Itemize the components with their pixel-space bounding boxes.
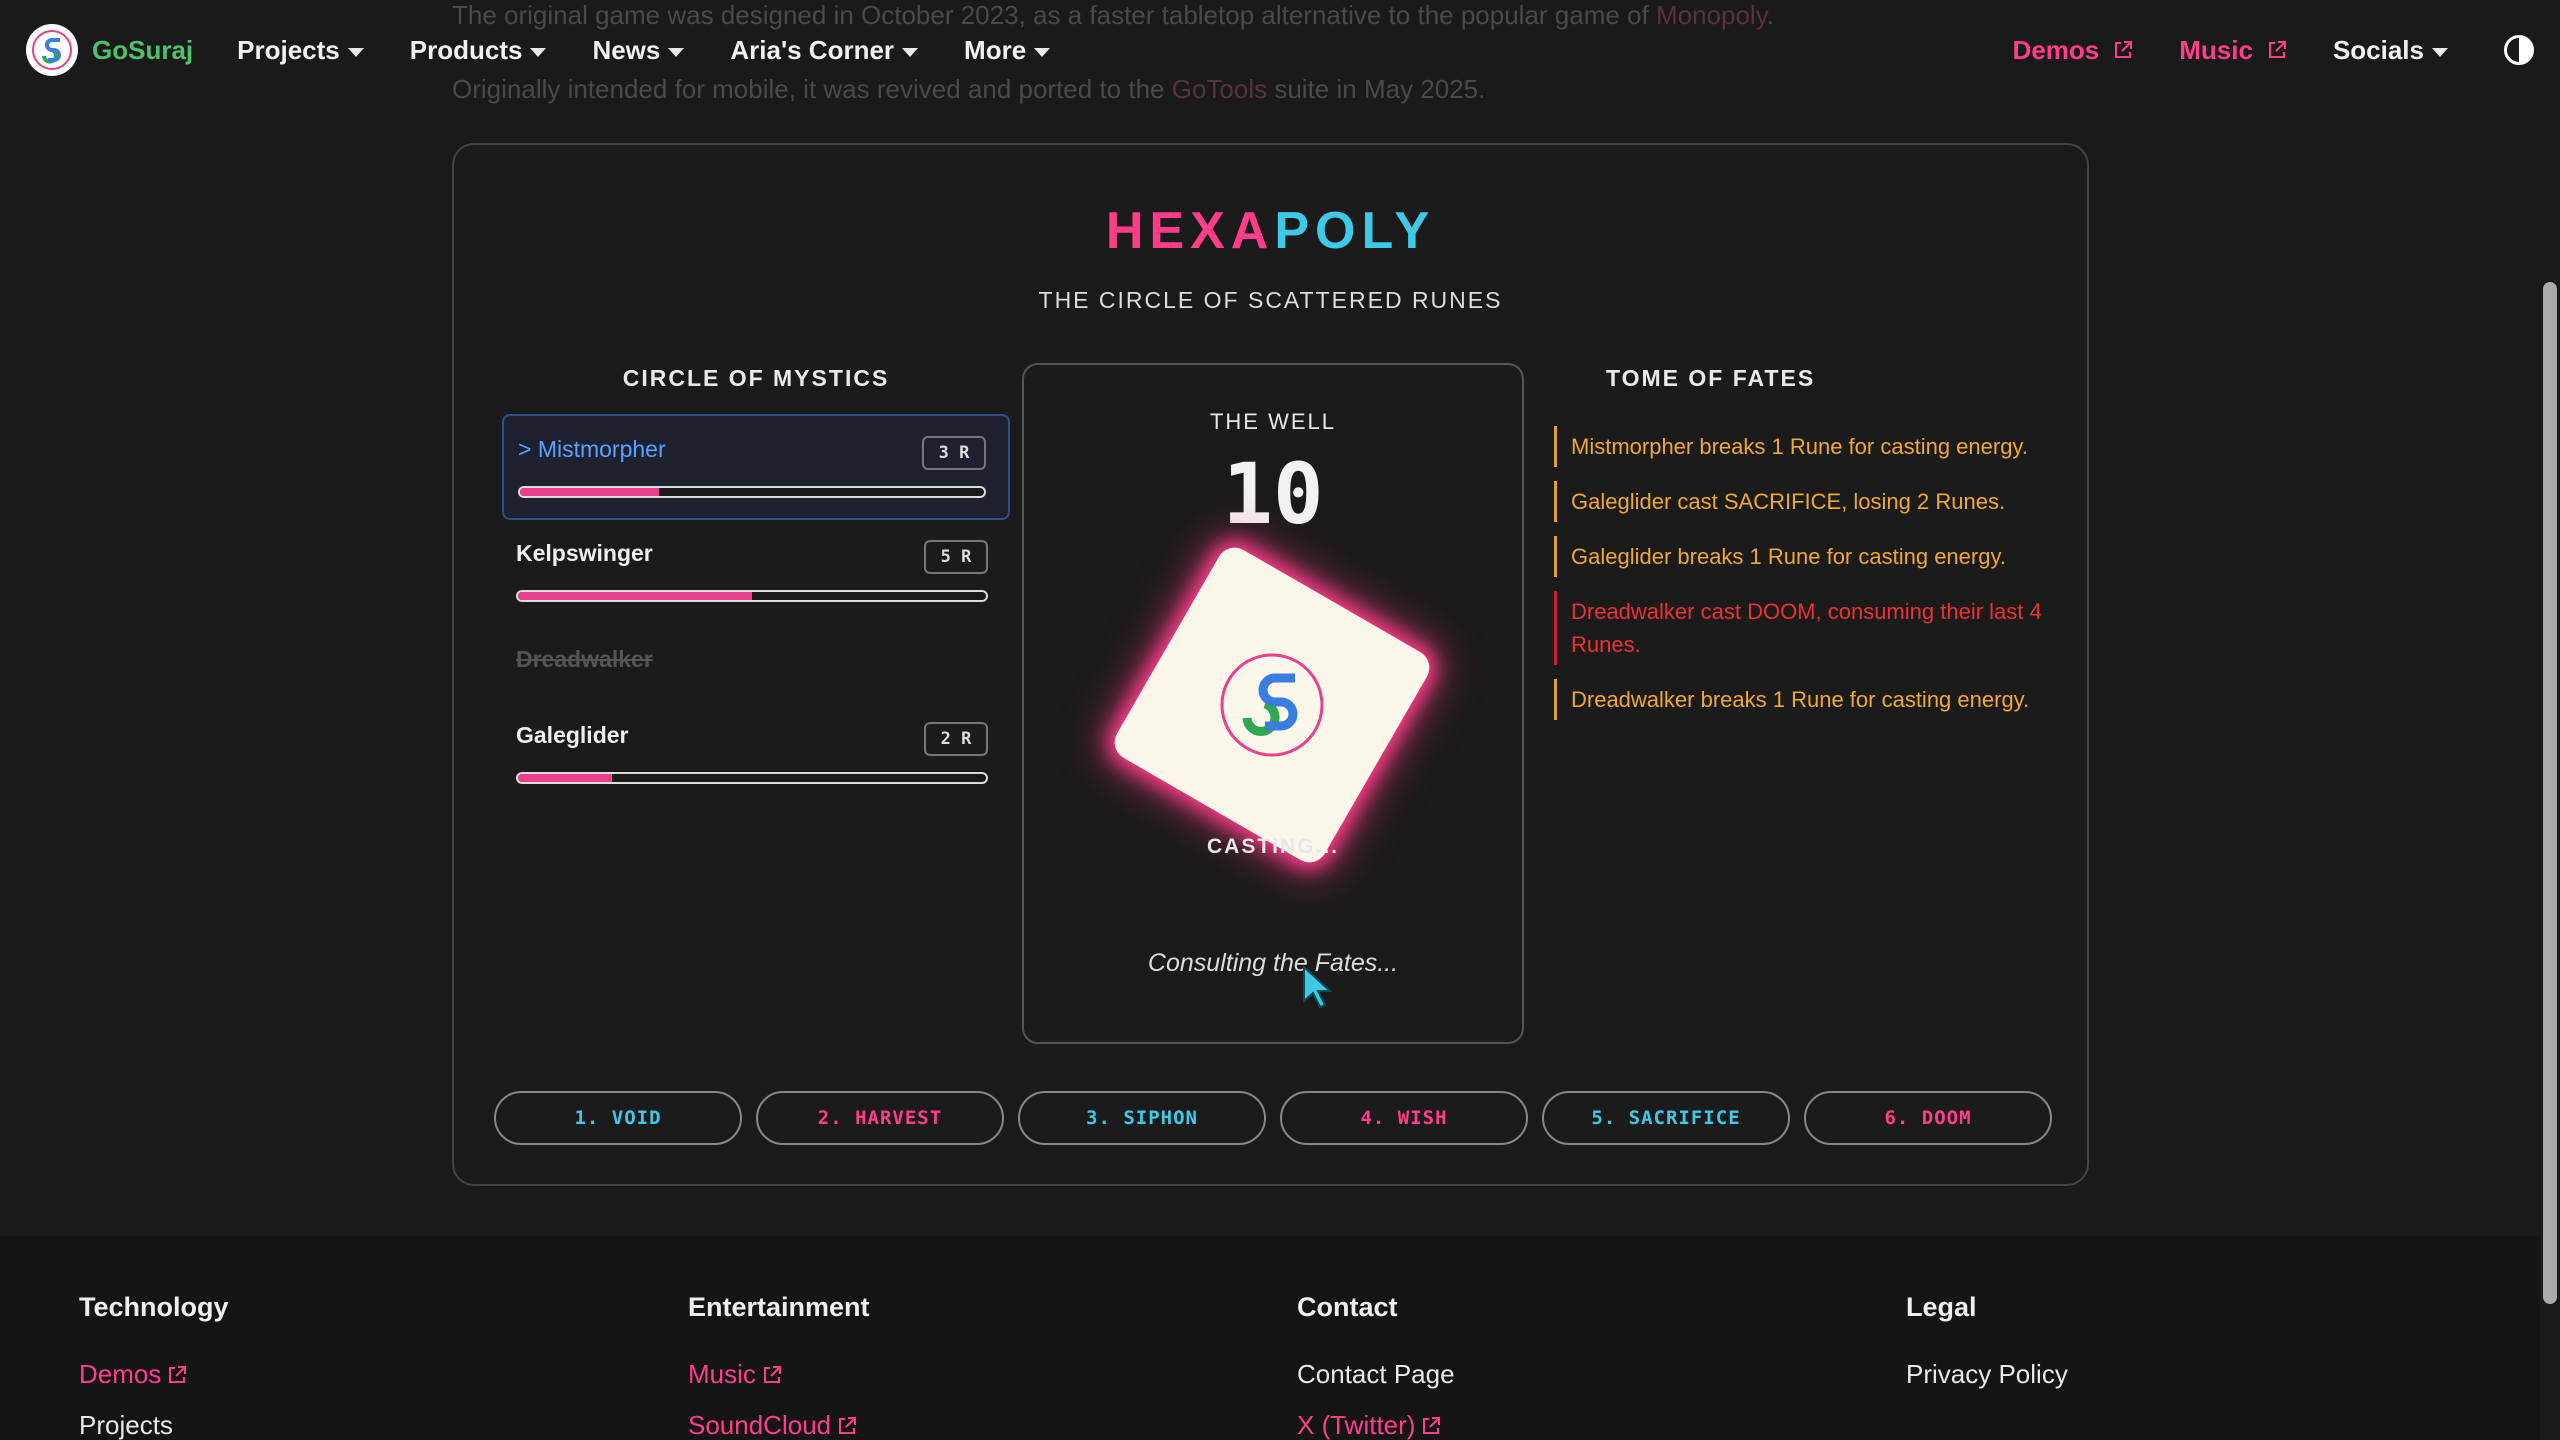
nav-products[interactable]: Products xyxy=(410,35,547,66)
nav-products-label: Products xyxy=(409,34,523,65)
log-entry: Dreadwalker breaks 1 Rune for casting en… xyxy=(1554,679,2044,720)
player-galeglider: Galeglider 2 R xyxy=(502,702,1010,808)
game-title-hexa: HEXA xyxy=(1105,202,1275,260)
footer-twitter-label: X (Twitter) xyxy=(1297,1410,1416,1440)
footer-contact-page-link[interactable]: Contact Page xyxy=(1297,1359,1455,1390)
rune-count-badge: 2 R xyxy=(924,722,988,756)
nav-news-label: News xyxy=(592,34,661,65)
top-nav: GoSuraj Projects Products News Aria's Co… xyxy=(0,0,2560,100)
page-scrollbar[interactable] xyxy=(2540,0,2560,1440)
footer-heading: Legal xyxy=(1906,1292,1977,1322)
rune-count-badge: 3 R xyxy=(922,436,986,470)
well-label: THE WELL xyxy=(1209,409,1337,434)
health-bar-fill xyxy=(520,488,660,496)
nav-socials-label: Socials xyxy=(2332,34,2424,65)
player-name-eliminated: Dreadwalker xyxy=(516,646,653,672)
nav-projects[interactable]: Projects xyxy=(237,35,364,66)
sacrifice-button[interactable]: 5. SACRIFICE xyxy=(1542,1091,1790,1145)
chevron-down-icon xyxy=(1034,47,1051,57)
tome-heading: TOME OF FATES xyxy=(1606,365,1816,391)
footer-heading: Technology xyxy=(79,1292,229,1322)
casting-die[interactable] xyxy=(1108,541,1436,869)
footer-demos-link[interactable]: Demos xyxy=(79,1359,229,1390)
siphon-button[interactable]: 3. SIPHON xyxy=(1018,1091,1266,1145)
harvest-button[interactable]: 2. HARVEST xyxy=(756,1091,1004,1145)
health-bar-fill xyxy=(518,592,752,600)
chevron-down-icon xyxy=(2432,47,2448,57)
site-footer: Technology Demos Projects Entertainment … xyxy=(0,1236,2560,1440)
void-button[interactable]: 1. VOID xyxy=(494,1091,742,1145)
game-title-poly: POLY xyxy=(1274,202,1436,260)
footer-contact: Contact Contact Page X (Twitter) xyxy=(1297,1292,1455,1440)
chevron-down-icon xyxy=(530,47,547,57)
nav-demos-label: Demos xyxy=(2012,34,2100,65)
log-entry-doom: Dreadwalker cast DOOM, consuming their l… xyxy=(1554,591,2044,665)
site-logo-icon[interactable] xyxy=(26,24,78,76)
doom-button[interactable]: 6. DOOM xyxy=(1804,1091,2052,1145)
footer-soundcloud-link[interactable]: SoundCloud xyxy=(688,1410,870,1440)
casting-status: CASTING... xyxy=(1206,835,1339,858)
footer-projects-link[interactable]: Projects xyxy=(79,1410,229,1440)
external-link-icon xyxy=(839,1416,857,1434)
nav-arias-corner[interactable]: Aria's Corner xyxy=(730,34,919,66)
tome-of-fates-panel: TOME OF FATES Mistmorpher breaks 1 Rune … xyxy=(1554,365,2044,734)
chevron-down-icon xyxy=(347,47,364,57)
footer-technology: Technology Demos Projects xyxy=(79,1292,229,1440)
action-buttons: 1. VOID 2. HARVEST 3. SIPHON 4. WISH 5. … xyxy=(494,1091,2052,1145)
external-link-icon xyxy=(2268,41,2286,58)
mouse-cursor-icon xyxy=(1303,965,1332,1009)
footer-entertainment: Entertainment Music SoundCloud xyxy=(688,1292,870,1440)
health-bar xyxy=(516,772,988,784)
gosuraj-emblem-icon xyxy=(1220,653,1324,757)
footer-twitter-link[interactable]: X (Twitter) xyxy=(1297,1410,1455,1440)
players-panel: CIRCLE OF MYSTICS > Mistmorpher 3 R Kelp… xyxy=(502,365,1010,808)
log-entry: Galeglider breaks 1 Rune for casting ene… xyxy=(1554,536,2044,577)
chevron-down-icon xyxy=(902,47,919,57)
external-link-icon xyxy=(169,1365,187,1383)
health-bar xyxy=(518,486,986,498)
footer-demos-label: Demos xyxy=(79,1359,162,1389)
player-mistmorpher: > Mistmorpher 3 R xyxy=(502,414,1010,520)
rune-count-badge: 5 R xyxy=(924,540,988,574)
wish-button[interactable]: 4. WISH xyxy=(1280,1091,1528,1145)
player-kelpswinger: Kelpswinger 5 R xyxy=(502,520,1010,626)
footer-music-link[interactable]: Music xyxy=(688,1359,870,1390)
footer-privacy-link[interactable]: Privacy Policy xyxy=(1906,1359,2068,1390)
well-count: 10 xyxy=(1222,445,1324,543)
nav-demos-link[interactable]: Demos xyxy=(2013,35,2134,66)
log-entry: Mistmorpher breaks 1 Rune for casting en… xyxy=(1554,426,2044,467)
nav-news[interactable]: News xyxy=(592,34,685,66)
footer-soundcloud-label: SoundCloud xyxy=(688,1410,832,1440)
nav-more[interactable]: More xyxy=(964,34,1051,66)
log-entry: Galeglider cast SACRIFICE, losing 2 Rune… xyxy=(1554,481,2044,522)
nav-arias-corner-label: Aria's Corner xyxy=(730,34,895,65)
the-well-panel: THE WELL 10 CASTING... Consulting the Fa… xyxy=(1022,363,1524,1044)
external-link-icon xyxy=(2115,41,2133,58)
health-bar xyxy=(516,590,988,602)
footer-heading: Contact xyxy=(1297,1292,1398,1322)
nav-more-label: More xyxy=(964,34,1027,65)
players-heading: CIRCLE OF MYSTICS xyxy=(622,365,890,391)
brand-name[interactable]: GoSuraj xyxy=(92,35,193,66)
nav-socials[interactable]: Socials xyxy=(2333,35,2448,66)
scrollbar-thumb[interactable] xyxy=(2543,282,2557,1304)
nav-projects-label: Projects xyxy=(237,34,340,65)
nav-music-label: Music xyxy=(2179,34,2253,65)
hexapoly-game-card: HEXAPOLY THE CIRCLE OF SCATTERED RUNES C… xyxy=(452,143,2089,1186)
health-bar-fill xyxy=(518,774,612,782)
player-dreadwalker: Dreadwalker xyxy=(502,626,1010,702)
theme-toggle-icon[interactable] xyxy=(2504,35,2534,65)
game-subtitle: THE CIRCLE OF SCATTERED RUNES xyxy=(1038,287,1503,313)
footer-heading: Entertainment xyxy=(688,1292,870,1322)
footer-music-label: Music xyxy=(688,1359,756,1389)
external-link-icon xyxy=(763,1365,781,1383)
nav-right: Demos Music Socials xyxy=(2013,35,2534,66)
nav-music-link[interactable]: Music xyxy=(2179,35,2287,66)
external-link-icon xyxy=(1423,1416,1441,1434)
consulting-message: Consulting the Fates... xyxy=(1147,949,1399,977)
chevron-down-icon xyxy=(668,47,685,57)
game-title: HEXAPOLY xyxy=(454,201,2087,261)
footer-legal: Legal Privacy Policy xyxy=(1906,1292,2068,1410)
